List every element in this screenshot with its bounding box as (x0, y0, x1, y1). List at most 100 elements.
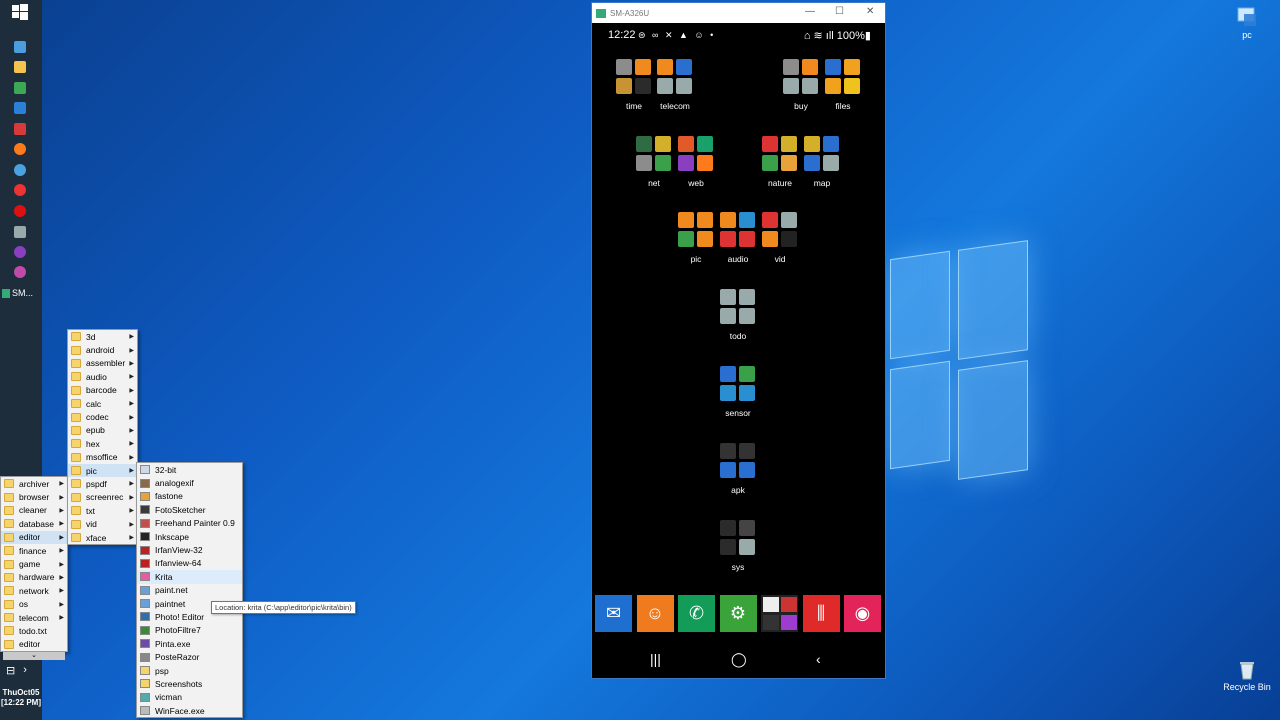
menu1-item[interactable]: network ▶ (1, 584, 67, 597)
taskbar-app-icon[interactable] (14, 102, 26, 114)
desktop-icon-recycle-bin[interactable]: Recycle Bin (1222, 660, 1272, 692)
app-folder-pic[interactable]: pic (676, 212, 716, 264)
submenu-arrow-icon: ▶ (129, 360, 134, 367)
menu2-item[interactable]: pic ▶ (68, 463, 137, 478)
menu2-item[interactable]: msoffice ▶ (68, 451, 137, 464)
menu3-item[interactable]: Inkscape (137, 530, 242, 543)
menu2-item[interactable]: android ▶ (68, 343, 137, 356)
menu3-item[interactable]: Freehand Painter 0.9 (137, 517, 242, 530)
app-folder-net[interactable]: net (634, 136, 674, 188)
menu1-item[interactable]: editor (1, 638, 67, 651)
phone-call-icon[interactable]: ✆ (678, 595, 715, 632)
menu3-item[interactable]: PhotoFiltre7 (137, 624, 242, 637)
menu3-item[interactable]: Krita (137, 570, 242, 584)
menu1-item[interactable]: todo.txt (1, 624, 67, 637)
menu3-item[interactable]: WinFace.exe (137, 704, 242, 717)
app-folder-vid[interactable]: vid (760, 212, 800, 264)
close-button[interactable]: ✕ (866, 6, 874, 17)
app-folder-apk[interactable]: apk (718, 443, 758, 495)
menu3-item[interactable]: psp (137, 664, 242, 677)
menu3-item[interactable]: Screenshots (137, 677, 242, 690)
menu3-item[interactable]: 32-bit (137, 463, 242, 476)
browser-icon[interactable] (14, 164, 26, 176)
menu3-item[interactable]: analogexif (137, 476, 242, 489)
app-folder-nature[interactable]: nature (760, 136, 800, 188)
firefox-icon[interactable] (14, 143, 26, 155)
chrome-icon[interactable] (14, 184, 26, 196)
recent-apps-button[interactable]: ||| (650, 651, 661, 667)
settings-icon[interactable]: ⚙ (719, 595, 757, 632)
tor-icon[interactable] (14, 246, 26, 258)
messages-icon[interactable]: ✉ (595, 595, 632, 632)
menu2-item[interactable]: vid ▶ (68, 517, 137, 530)
menu2-item[interactable]: codec ▶ (68, 410, 137, 423)
menu1-item[interactable]: telecom ▶ (1, 611, 67, 624)
menu1-item[interactable]: game ▶ (1, 557, 67, 570)
app-folder-web[interactable]: web (676, 136, 716, 188)
app-folder-sensor[interactable]: sensor (718, 366, 758, 418)
camera-icon[interactable]: ◉ (844, 595, 881, 632)
menu2-item[interactable]: barcode ▶ (68, 384, 137, 397)
tray-monitor-icon[interactable]: ⊟ (6, 664, 15, 677)
folder-label: apk (731, 485, 745, 495)
contacts-icon[interactable]: ☺ (636, 595, 674, 632)
menu1-item[interactable]: finance ▶ (1, 544, 67, 557)
menu2-item[interactable]: assembler ▶ (68, 357, 137, 370)
menu3-item[interactable]: Pinta.exe (137, 637, 242, 650)
phone-mirror-window: SM-A326U — ☐ ✕ 12:22 ⊜ ∞ ✕ ▲ ☺ • ⌂ ≋ ıll… (591, 2, 886, 679)
taskbar-clock[interactable]: ThuOct05 [12:22 PM] (0, 688, 42, 708)
opera-icon[interactable] (14, 205, 26, 217)
menu2-item[interactable]: epub ▶ (68, 424, 137, 437)
menu3-item[interactable]: fastone (137, 490, 242, 503)
menu-scroll-down[interactable]: ⌄ (3, 652, 65, 661)
location-tooltip: Location: krita (C:\app\editor\pic\krita… (211, 601, 356, 614)
taskbar-app-icon[interactable] (14, 123, 26, 135)
taskbar-running-app[interactable]: SM... (2, 286, 40, 300)
menu3-item[interactable]: FotoSketcher (137, 503, 242, 516)
menu1-item[interactable]: browser ▶ (1, 490, 67, 503)
menu2-item[interactable]: calc ▶ (68, 397, 137, 410)
menu2-item[interactable]: screenrec ▶ (68, 491, 137, 504)
menu1-item[interactable]: archiver ▶ (1, 477, 67, 490)
minimize-button[interactable]: — (805, 6, 815, 17)
app-folder-map[interactable]: map (802, 136, 842, 188)
menu1-item[interactable]: database ▶ (1, 517, 67, 530)
menu3-item[interactable]: PosteRazor (137, 650, 242, 663)
menu2-item[interactable]: xface ▶ (68, 531, 137, 544)
app-folder-time[interactable]: time (614, 59, 654, 111)
menu2-item[interactable]: 3d ▶ (68, 330, 137, 343)
app-folder-icon[interactable] (761, 595, 798, 632)
menu2-item[interactable]: pspdf ▶ (68, 477, 137, 490)
tray-expand-icon[interactable]: › (23, 664, 27, 677)
menu2-item[interactable]: audio ▶ (68, 370, 137, 383)
taskbar-app-icon[interactable] (14, 41, 26, 53)
menu1-item[interactable]: os ▶ (1, 598, 67, 611)
window-titlebar[interactable]: SM-A326U — ☐ ✕ (592, 3, 885, 23)
taskbar-app-icon[interactable] (14, 226, 26, 238)
voice-recorder-icon[interactable]: ⫼ (802, 595, 840, 632)
menu3-item[interactable]: IrfanView-32 (137, 543, 242, 556)
home-button[interactable]: ◯ (731, 651, 747, 668)
menu2-item[interactable]: txt ▶ (68, 504, 137, 517)
taskbar-app-icon[interactable] (14, 266, 26, 278)
app-folder-files[interactable]: files (823, 59, 863, 111)
menu1-item[interactable]: hardware ▶ (1, 571, 67, 584)
menu3-item[interactable]: paint.net (137, 584, 242, 597)
desktop-icon-pc[interactable]: pc (1232, 6, 1262, 40)
app-folder-telecom[interactable]: telecom (655, 59, 695, 111)
folder-icon[interactable] (14, 61, 26, 73)
app-folder-audio[interactable]: audio (718, 212, 758, 264)
app-folder-sys[interactable]: sys (718, 520, 758, 572)
windows-start-icon[interactable] (11, 3, 29, 21)
app-folder-todo[interactable]: todo (718, 289, 758, 341)
menu1-item[interactable]: editor ▶ (1, 530, 67, 544)
menu-item-label: telecom (19, 612, 49, 623)
app-folder-buy[interactable]: buy (781, 59, 821, 111)
menu1-item[interactable]: cleaner ▶ (1, 504, 67, 517)
maximize-button[interactable]: ☐ (835, 6, 844, 17)
menu3-item[interactable]: Irfanview-64 (137, 557, 242, 570)
menu2-item[interactable]: hex ▶ (68, 437, 137, 450)
back-button[interactable]: ‹ (816, 651, 821, 667)
menu3-item[interactable]: vicman (137, 691, 242, 704)
taskbar-app-icon[interactable] (14, 82, 26, 94)
